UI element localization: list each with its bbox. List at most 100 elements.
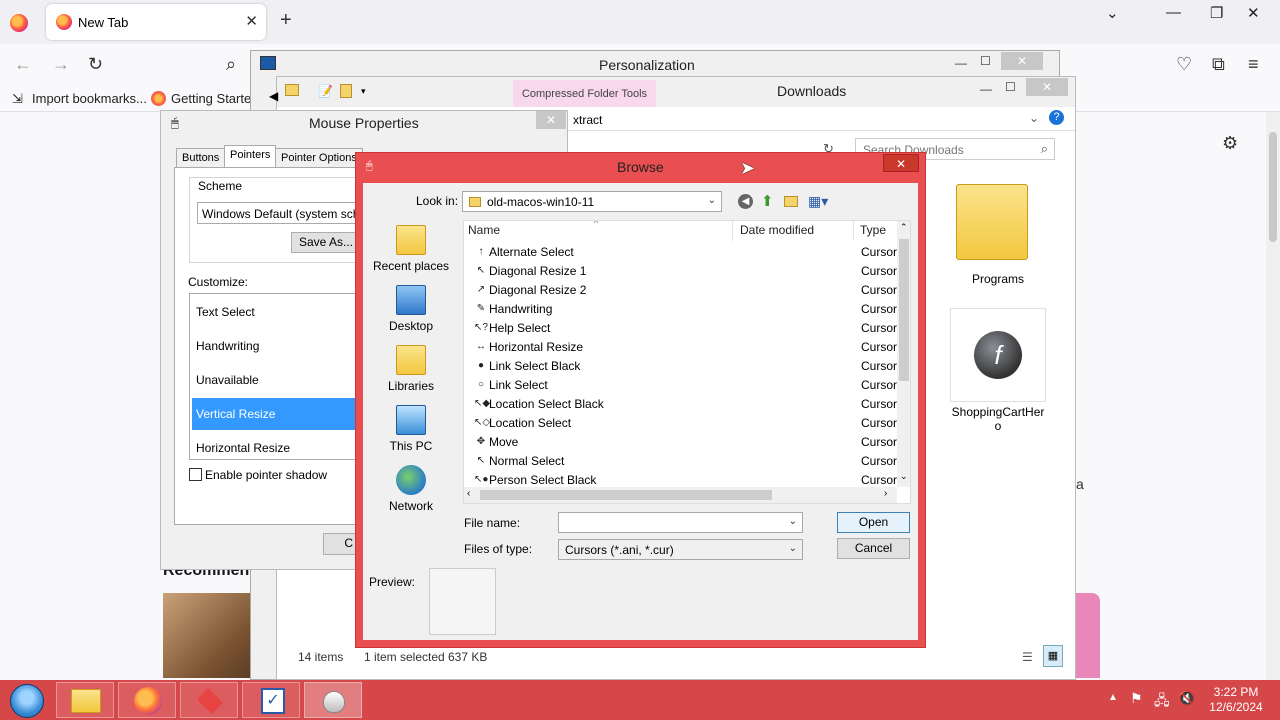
- compressed-folder-tools-tab[interactable]: Compressed Folder Tools: [513, 80, 656, 108]
- show-hidden-icons-icon[interactable]: ▲: [1108, 692, 1118, 703]
- list-all-tabs-icon[interactable]: ⌄: [1106, 4, 1119, 22]
- file-list-horizontal-scrollbar[interactable]: ‹ ›: [464, 487, 897, 503]
- scroll-down-icon[interactable]: ⌄: [900, 471, 908, 482]
- large-icons-view-icon[interactable]: ▦: [1043, 645, 1063, 667]
- reload-icon[interactable]: ↻: [88, 54, 103, 75]
- file-row[interactable]: ✥ Move Cursor: [464, 433, 897, 452]
- place-libraries[interactable]: Libraries: [363, 345, 459, 393]
- shoppingcarthero-item[interactable]: f: [950, 308, 1046, 402]
- taskbar-checklist-app[interactable]: ✓: [242, 682, 300, 718]
- list-item[interactable]: Unavailable: [196, 373, 259, 387]
- volume-muted-icon[interactable]: 🔇: [1178, 690, 1195, 707]
- file-row[interactable]: ↖◇ Location Select Cursor: [464, 414, 897, 433]
- extensions-icon[interactable]: ⧉: [1212, 54, 1225, 75]
- scroll-right-icon[interactable]: ›: [884, 488, 887, 499]
- up-one-level-icon[interactable]: ⬆: [761, 192, 774, 210]
- open-button[interactable]: Open: [837, 512, 910, 533]
- action-center-flag-icon[interactable]: ⚑: [1130, 690, 1143, 707]
- programs-folder[interactable]: Programs: [950, 180, 1046, 290]
- taskbar-firefox[interactable]: [118, 682, 176, 718]
- file-name-input[interactable]: ⌄: [558, 512, 803, 533]
- start-button[interactable]: [10, 684, 44, 718]
- mouse-properties-close-icon[interactable]: ✕: [536, 111, 566, 129]
- column-date-modified[interactable]: Date modified: [740, 223, 814, 237]
- list-item[interactable]: Text Select: [196, 305, 255, 319]
- file-row[interactable]: ↖ Normal Select Cursor: [464, 452, 897, 471]
- list-item[interactable]: Handwriting: [196, 339, 259, 353]
- back-icon[interactable]: ←: [14, 54, 32, 75]
- scheme-select[interactable]: Windows Default (system schem: [197, 202, 367, 224]
- personalization-minimize-icon[interactable]: —: [955, 56, 967, 70]
- chevron-down-icon[interactable]: ⌄: [789, 516, 797, 527]
- save-as-button[interactable]: Save As...: [291, 232, 361, 253]
- list-item-selected[interactable]: Vertical Resize: [196, 407, 275, 421]
- tab-close-icon[interactable]: ✕: [245, 12, 258, 30]
- column-name[interactable]: Name: [468, 223, 500, 237]
- personalization-maximize-icon[interactable]: ☐: [980, 54, 991, 68]
- browse-close-icon[interactable]: ✕: [883, 154, 919, 172]
- place-this-pc[interactable]: This PC: [363, 405, 459, 453]
- taskbar-mouse-properties[interactable]: [304, 682, 362, 718]
- page-scrollbar[interactable]: [1266, 112, 1280, 680]
- look-in-select[interactable]: old-macos-win10-11 ⌄: [462, 191, 722, 212]
- close-icon[interactable]: ✕: [1247, 4, 1260, 22]
- files-of-type-select[interactable]: Cursors (*.ani, *.cur) ⌄: [558, 539, 803, 560]
- bookmark-import[interactable]: Import bookmarks...: [32, 91, 147, 106]
- back-nav-icon[interactable]: ◀: [269, 89, 278, 103]
- tab-pointer-options[interactable]: Pointer Options: [275, 148, 363, 168]
- new-tab-plus-icon[interactable]: +: [280, 9, 292, 32]
- list-item[interactable]: Horizontal Resize: [196, 441, 290, 455]
- create-new-folder-icon[interactable]: [784, 196, 798, 207]
- cancel-button[interactable]: Cancel: [837, 538, 910, 559]
- taskbar-app[interactable]: [180, 682, 238, 718]
- tab-pointers[interactable]: Pointers: [224, 145, 277, 168]
- ok-button-partial[interactable]: C: [323, 533, 357, 555]
- file-row[interactable]: ↖ Diagonal Resize 1 Cursor: [464, 262, 897, 281]
- file-row[interactable]: ○ Link Select Cursor: [464, 376, 897, 395]
- taskbar-file-explorer[interactable]: [56, 682, 114, 718]
- pointer-shadow-checkbox[interactable]: [189, 468, 202, 481]
- tab-buttons[interactable]: Buttons: [176, 148, 226, 168]
- vertical-scroll-thumb[interactable]: [899, 239, 909, 381]
- app-menu-icon[interactable]: ≡: [1248, 54, 1259, 75]
- file-row[interactable]: ↖? Help Select Cursor: [464, 319, 897, 338]
- tab-new-tab[interactable]: New Tab ✕: [46, 4, 266, 40]
- restore-icon[interactable]: ❐: [1210, 4, 1223, 22]
- downloads-close-icon[interactable]: ✕: [1026, 78, 1068, 96]
- file-row[interactable]: ↖◆ Location Select Black Cursor: [464, 395, 897, 414]
- search-icon[interactable]: ⌕: [226, 54, 236, 75]
- file-row[interactable]: ↑ Alternate Select Cursor: [464, 243, 898, 262]
- file-row[interactable]: ✎ Handwriting Cursor: [464, 300, 897, 319]
- bookmark-getting-started[interactable]: Getting Started: [171, 91, 258, 106]
- column-type[interactable]: Type: [860, 223, 886, 237]
- go-back-icon[interactable]: ◀: [738, 194, 753, 209]
- properties-icon[interactable]: 📝: [318, 84, 333, 98]
- firefox-menu-icon[interactable]: [10, 14, 28, 32]
- file-row[interactable]: ↔ Horizontal Resize Cursor: [464, 338, 897, 357]
- file-row[interactable]: ↗ Diagonal Resize 2 Cursor: [464, 281, 897, 300]
- downloads-maximize-icon[interactable]: ☐: [1005, 80, 1016, 94]
- new-folder-icon[interactable]: [340, 84, 352, 98]
- horizontal-scroll-thumb[interactable]: [480, 490, 772, 500]
- details-view-icon[interactable]: ☰: [1022, 650, 1033, 664]
- system-clock[interactable]: 3:22 PM 12/6/2024: [1206, 685, 1266, 715]
- place-network[interactable]: Network: [363, 465, 459, 513]
- scroll-left-icon[interactable]: ‹: [467, 488, 470, 499]
- extract-ribbon-label[interactable]: xtract: [573, 113, 602, 127]
- place-recent-places[interactable]: Recent places: [363, 225, 459, 273]
- quick-access-dropdown-icon[interactable]: ▾: [361, 86, 366, 97]
- downloads-minimize-icon[interactable]: —: [980, 82, 992, 96]
- settings-gear-icon[interactable]: ⚙: [1222, 133, 1238, 154]
- place-desktop[interactable]: Desktop: [363, 285, 459, 333]
- help-icon[interactable]: ?: [1049, 110, 1064, 125]
- file-list[interactable]: Name ^ Date modified Type ↑ Alternate Sel…: [463, 220, 911, 504]
- personalization-close-icon[interactable]: ✕: [1001, 52, 1043, 70]
- network-tray-icon[interactable]: 🖧: [1154, 690, 1170, 714]
- ribbon-expand-icon[interactable]: ⌄: [1029, 111, 1039, 125]
- minimize-icon[interactable]: —: [1166, 4, 1181, 21]
- forward-icon[interactable]: →: [52, 54, 70, 75]
- pocket-icon[interactable]: ♡: [1176, 54, 1192, 75]
- view-menu-icon[interactable]: ▦▾: [808, 193, 828, 210]
- file-list-vertical-scrollbar[interactable]: ⌃ ⌄: [897, 221, 910, 487]
- file-row[interactable]: ● Link Select Black Cursor: [464, 357, 897, 376]
